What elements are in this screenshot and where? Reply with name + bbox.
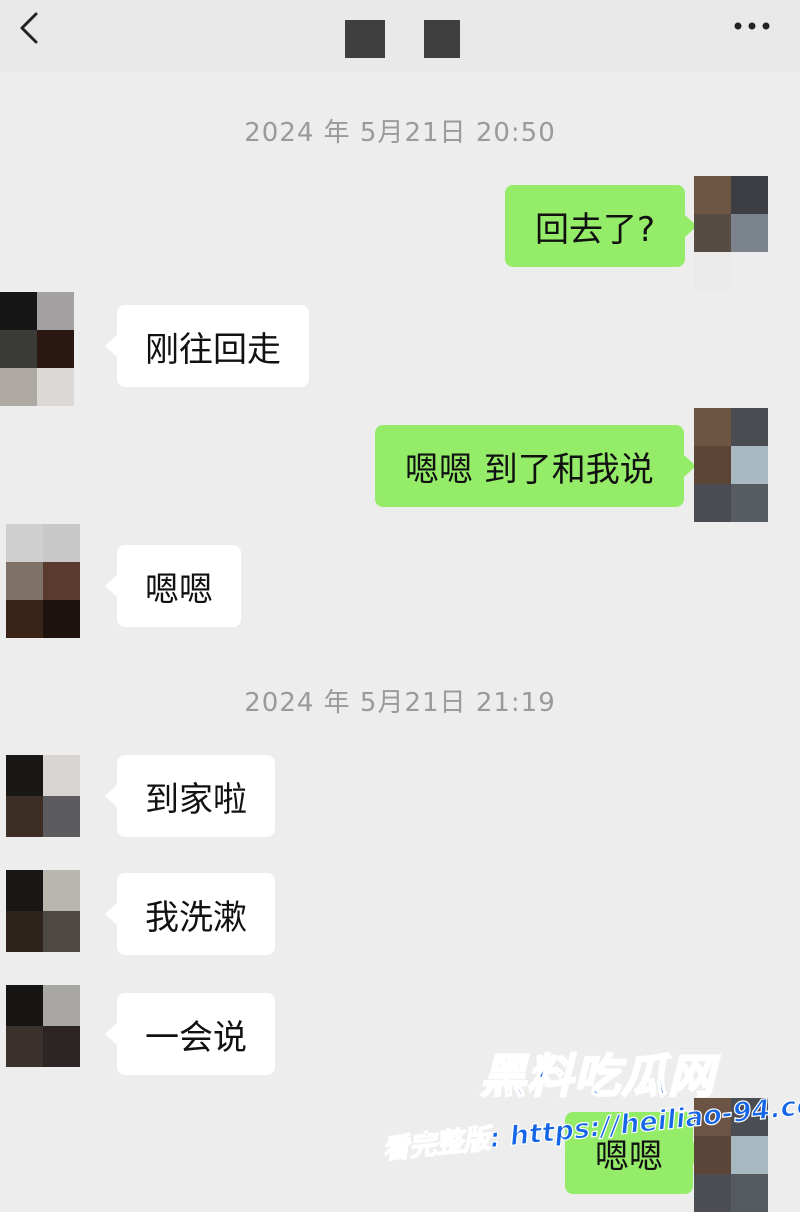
- message-bubble-incoming[interactable]: 到家啦: [105, 755, 275, 837]
- contact-avatar[interactable]: [6, 870, 80, 952]
- contact-name-redacted[interactable]: [424, 20, 460, 58]
- contact-avatar[interactable]: [6, 755, 80, 837]
- message-bubble-incoming[interactable]: 一会说: [105, 993, 275, 1075]
- timestamp: 2024 年 5月21日 20:50: [244, 118, 556, 148]
- message-bubble-incoming[interactable]: 嗯嗯: [105, 545, 241, 627]
- chat-header: [0, 0, 800, 72]
- contact-name-redacted[interactable]: [345, 20, 385, 58]
- watermark: 黑料吃瓜网 看完整版: https://heiliao-94.com: [380, 1040, 800, 1190]
- message-bubble-incoming[interactable]: 我洗漱: [105, 873, 275, 955]
- message-bubble-outgoing[interactable]: 回去了?: [505, 185, 698, 267]
- self-avatar[interactable]: [694, 176, 768, 290]
- contact-avatar[interactable]: [0, 292, 74, 406]
- timestamp: 2024 年 5月21日 21:19: [244, 688, 556, 718]
- message-bubble-outgoing[interactable]: 嗯嗯 到了和我说: [375, 425, 696, 507]
- contact-avatar[interactable]: [6, 524, 80, 638]
- more-dots-icon[interactable]: [732, 16, 772, 36]
- contact-avatar[interactable]: [6, 985, 80, 1067]
- chevron-left-icon[interactable]: [14, 10, 46, 46]
- self-avatar[interactable]: [694, 408, 768, 522]
- message-bubble-incoming[interactable]: 刚往回走: [105, 305, 309, 387]
